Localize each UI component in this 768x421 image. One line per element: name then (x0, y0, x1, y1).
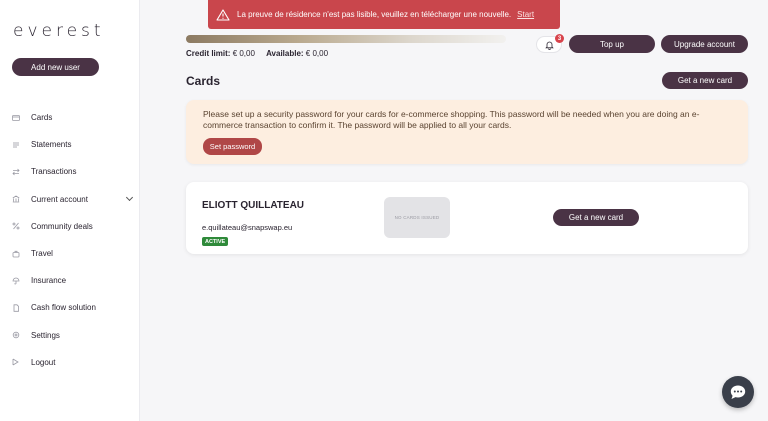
sidebar-item-label: Cards (31, 113, 53, 123)
no-cards-placeholder: NO CARDS ISSUED (384, 197, 450, 238)
sidebar-item-transactions[interactable]: Transactions (0, 158, 140, 185)
chat-icon (729, 384, 747, 401)
sidebar-item-cards[interactable]: Cards (0, 104, 140, 131)
logo: everest (13, 21, 105, 41)
document-icon (12, 304, 20, 312)
error-toast: La preuve de résidence n'est pas lisible… (208, 0, 560, 29)
toast-message: La preuve de résidence n'est pas lisible… (237, 10, 512, 19)
balance-bar (186, 35, 506, 43)
upgrade-account-button[interactable]: Upgrade account (661, 35, 748, 53)
card-holder-name: ELIOTT QUILLATEAU (202, 200, 305, 211)
card-holder-row: ELIOTT QUILLATEAU e.quillateau@snapswap.… (186, 182, 748, 254)
sidebar-nav: Cards Statements Transactions Current ac… (0, 104, 140, 376)
percent-icon (12, 222, 20, 230)
transactions-icon (12, 168, 20, 176)
gear-icon (12, 331, 20, 339)
card-icon (12, 114, 20, 122)
sidebar-item-label: Current account (31, 194, 88, 204)
get-new-card-row-button[interactable]: Get a new card (553, 209, 639, 226)
logout-icon (12, 358, 20, 366)
sidebar-item-statements[interactable]: Statements (0, 131, 140, 158)
toast-start-link[interactable]: Start (517, 10, 534, 19)
sidebar-item-travel[interactable]: Travel (0, 240, 140, 267)
credit-limit-label: Credit limit: (186, 49, 231, 58)
sidebar-item-label: Statements (31, 140, 72, 150)
sidebar-item-label: Travel (31, 249, 53, 259)
sidebar-item-settings[interactable]: Settings (0, 322, 140, 349)
sidebar-item-label: Insurance (31, 276, 67, 286)
statement-icon (12, 141, 20, 149)
notice-text: Please set up a security password for yo… (203, 109, 700, 130)
set-password-button[interactable]: Set password (203, 138, 262, 155)
chat-button[interactable] (722, 376, 754, 408)
get-new-card-button[interactable]: Get a new card (662, 72, 748, 89)
warning-icon (216, 8, 230, 21)
status-badge: ACTIVE (202, 237, 229, 246)
credit-limit-value: € 0,00 (232, 49, 255, 58)
sidebar-item-insurance[interactable]: Insurance (0, 267, 140, 294)
notification-count-badge: 3 (555, 34, 564, 43)
account-icon (12, 195, 20, 203)
sidebar-item-label: Transactions (31, 167, 77, 177)
available-label: Available: (266, 49, 304, 58)
sidebar-item-label: Community deals (31, 221, 93, 231)
available-value: € 0,00 (305, 49, 329, 58)
page-title: Cards (186, 74, 221, 88)
sidebar-item-current-account[interactable]: Current account (0, 186, 140, 213)
bell-icon (544, 40, 554, 50)
sidebar-item-logout[interactable]: Logout (0, 349, 140, 376)
sidebar-item-label: Settings (31, 330, 60, 340)
chevron-down-icon[interactable] (125, 193, 134, 201)
card-holder-email: e.quillateau@snapswap.eu (202, 223, 293, 232)
sidebar: everest Add new user Cards Statements Tr… (0, 0, 140, 421)
credit-limits: Credit limit: € 0,00 Available: € 0,00 (186, 49, 328, 58)
travel-icon (12, 250, 20, 258)
sidebar-item-cash-flow-solution[interactable]: Cash flow solution (0, 294, 140, 321)
insurance-icon (12, 277, 20, 285)
sidebar-item-label: Cash flow solution (31, 303, 96, 313)
security-password-notice: Please set up a security password for yo… (186, 100, 748, 164)
sidebar-item-label: Logout (31, 357, 56, 367)
sidebar-item-community-deals[interactable]: Community deals (0, 213, 140, 240)
add-new-user-button[interactable]: Add new user (12, 58, 99, 76)
top-up-button[interactable]: Top up (569, 35, 655, 53)
